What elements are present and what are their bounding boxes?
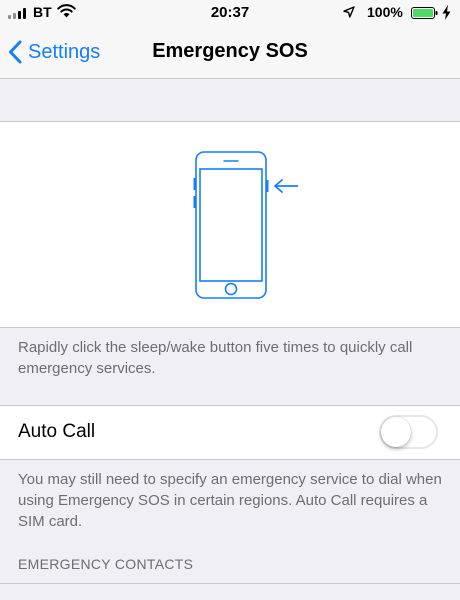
back-button[interactable]: Settings: [8, 36, 100, 68]
auto-call-toggle[interactable]: [379, 415, 438, 449]
back-label: Settings: [28, 40, 101, 63]
status-bar: BT 20:37 100%: [0, 0, 460, 26]
emergency-contacts-header: EMERGENCY CONTACTS: [18, 556, 194, 572]
auto-call-footer: You may still need to specify an emergen…: [18, 471, 442, 530]
location-icon: [343, 6, 355, 18]
charging-bolt-icon: [442, 5, 451, 20]
sos-description: Rapidly click the sleep/wake button five…: [18, 339, 413, 377]
battery-icon: [411, 7, 438, 19]
chevron-left-icon: [9, 40, 22, 64]
toggle-knob: [381, 417, 411, 447]
auto-call-row: Auto Call: [0, 405, 460, 460]
sos-illustration-card: [0, 121, 460, 328]
auto-call-label: Auto Call: [18, 421, 96, 442]
divider: [0, 583, 460, 584]
battery-percent: 100%: [367, 4, 403, 20]
phone-side-button-icon: [193, 151, 298, 299]
carrier-name: BT: [33, 4, 52, 20]
navigation-bar: Settings Emergency SOS: [0, 26, 460, 79]
signal-icon: [8, 8, 30, 19]
wifi-icon: [57, 4, 76, 18]
